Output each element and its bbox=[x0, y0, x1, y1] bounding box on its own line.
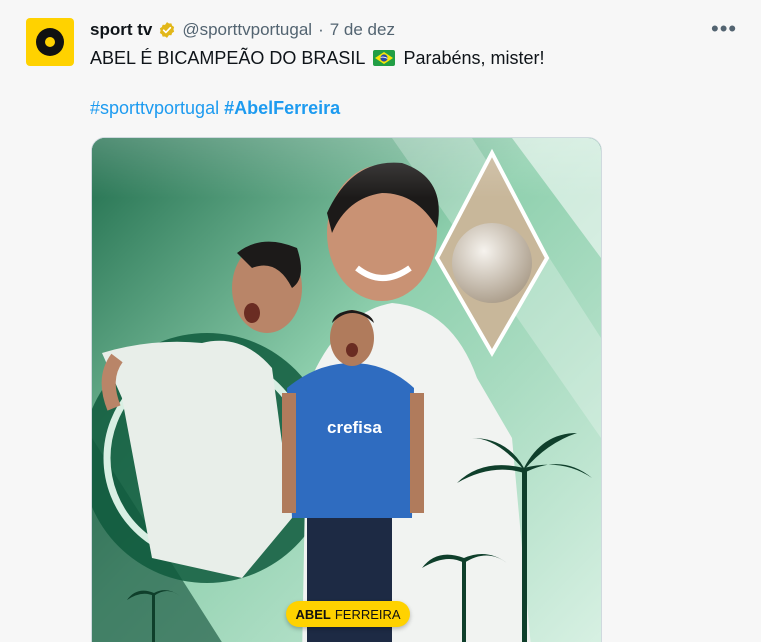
hashtag-sporttvportugal[interactable]: #sporttvportugal bbox=[90, 98, 219, 118]
tweet-card[interactable]: sport tv @sporttvportugal · 7 de dez •••… bbox=[0, 0, 761, 642]
author-avatar[interactable] bbox=[26, 18, 74, 66]
tweet-date[interactable]: 7 de dez bbox=[330, 20, 395, 40]
brazil-flag-icon bbox=[373, 50, 396, 66]
shirt-sponsor-text: crefisa bbox=[327, 418, 382, 437]
verified-badge-icon[interactable] bbox=[158, 21, 176, 39]
trophy-ball-icon bbox=[452, 223, 532, 303]
author-name[interactable]: sport tv bbox=[90, 20, 152, 40]
coach-name-plate: ABEL FERREIRA bbox=[286, 601, 410, 627]
header-separator: · bbox=[318, 20, 324, 39]
poster-artwork: PAL bbox=[92, 138, 601, 642]
tweet-text: ABEL É BICAMPEÃO DO BRASIL Parabéns, mis… bbox=[90, 47, 545, 69]
hashtags-line: #sporttvportugal #AbelFerreira bbox=[90, 97, 340, 119]
author-handle[interactable]: @sporttvportugal bbox=[182, 20, 312, 40]
more-options-icon[interactable]: ••• bbox=[711, 18, 736, 40]
plate-first-name: ABEL bbox=[295, 606, 331, 622]
tweet-text-main: ABEL É BICAMPEÃO DO BRASIL bbox=[90, 48, 366, 68]
hashtag-abelferreira[interactable]: #AbelFerreira bbox=[224, 98, 340, 118]
tweet-header: sport tv @sporttvportugal · 7 de dez bbox=[90, 20, 395, 40]
tweet-text-congrats: Parabéns, mister! bbox=[403, 48, 545, 68]
sport-tv-logo-icon bbox=[36, 28, 64, 56]
tweet-media-image[interactable]: PAL bbox=[91, 137, 602, 642]
plate-last-name: FERREIRA bbox=[334, 606, 401, 622]
